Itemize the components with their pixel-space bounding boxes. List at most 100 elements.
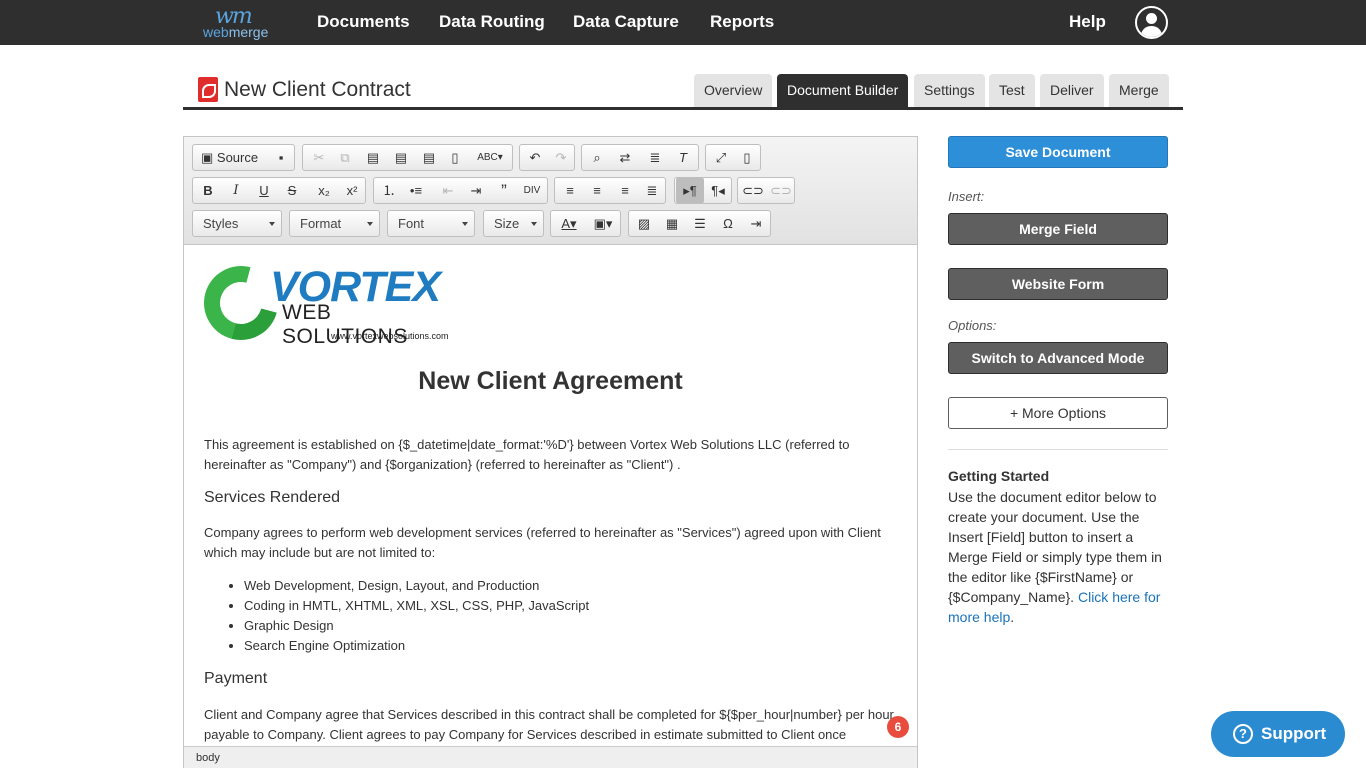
special-char-icon[interactable]: Ω — [714, 211, 742, 236]
size-dropdown[interactable]: Size — [483, 210, 544, 237]
bold-icon[interactable]: B — [194, 178, 222, 203]
nav-reports[interactable]: Reports — [710, 12, 774, 32]
justify-icon[interactable]: ≣ — [638, 178, 666, 203]
strike-icon[interactable]: S — [278, 178, 306, 203]
toolbar-group-document: ▣ Source ▪ — [192, 144, 295, 171]
services-paragraph: Company agrees to perform web developmen… — [204, 525, 881, 560]
font-combo-label[interactable]: Font — [388, 211, 474, 236]
redo-icon[interactable]: ↷ — [547, 145, 575, 170]
toolbar-group-basic-styles: B I U S x₂ x² — [192, 177, 366, 204]
subscript-icon[interactable]: x₂ — [310, 178, 338, 203]
image-icon[interactable]: ▨ — [630, 211, 658, 236]
blockquote-icon[interactable]: ” — [490, 178, 518, 203]
services-heading: Services Rendered — [204, 489, 341, 506]
italic-icon[interactable]: I — [222, 178, 250, 203]
editor-content-area[interactable]: VORTEX WEB SOLUTIONS www.vortexwebsoluti… — [184, 246, 917, 746]
background-color-icon[interactable]: ▣▾ — [587, 211, 619, 236]
indent-icon[interactable]: ⇥ — [462, 178, 490, 203]
text-direction-ltr-icon[interactable]: ▸¶ — [676, 178, 704, 203]
text-direction-rtl-icon[interactable]: ¶◂ — [704, 178, 732, 203]
intro-paragraph: This agreement is established on {$_date… — [204, 437, 850, 472]
notification-badge[interactable]: 6 — [887, 716, 909, 738]
tab-settings[interactable]: Settings — [914, 74, 985, 107]
find-icon[interactable]: ⌕ — [583, 145, 611, 170]
table-icon[interactable]: ▦ — [658, 211, 686, 236]
link-icon[interactable]: ⊂⊃ — [739, 178, 767, 203]
templates-icon[interactable]: ▯ — [441, 145, 469, 170]
paste-text-icon[interactable]: ▤ — [387, 145, 415, 170]
toolbar-group-view: ⤢ ▯ — [705, 144, 761, 171]
align-left-icon[interactable]: ≡ — [556, 178, 584, 203]
font-dropdown[interactable]: Font — [387, 210, 475, 237]
options-label: Options: — [948, 318, 997, 333]
nav-documents[interactable]: Documents — [317, 12, 410, 32]
nav-data-capture[interactable]: Data Capture — [573, 12, 679, 32]
vortex-logo-subtitle: WEB SOLUTIONS — [282, 301, 408, 348]
insert-label: Insert: — [948, 189, 985, 204]
text-color-icon[interactable]: A▾ — [553, 211, 585, 236]
merge-field-button[interactable]: Merge Field — [948, 213, 1168, 245]
bullet-list-icon[interactable]: •≡ — [402, 178, 430, 203]
support-button[interactable]: ? Support — [1211, 711, 1345, 757]
superscript-icon[interactable]: x² — [338, 178, 366, 203]
numbered-list-icon[interactable]: ⒈ — [375, 178, 403, 203]
underline-icon[interactable]: U — [250, 178, 278, 203]
nav-help[interactable]: Help — [1069, 12, 1106, 32]
size-combo-label[interactable]: Size — [484, 211, 543, 236]
save-document-button[interactable]: Save Document — [948, 136, 1168, 168]
editor-toolbar: ▣ Source ▪ ✂ ⧉ ▤ ▤ ▤ ▯ ABC▾ ↶ ↷ ⌕ ⇄ ≣ T … — [184, 137, 917, 245]
document-editor: ▣ Source ▪ ✂ ⧉ ▤ ▤ ▤ ▯ ABC▾ ↶ ↷ ⌕ ⇄ ≣ T … — [183, 136, 918, 768]
toolbar-group-insert: ▨ ▦ ☰ Ω ⇥ — [628, 210, 771, 237]
remove-format-icon[interactable]: T — [669, 145, 697, 170]
tab-document-builder[interactable]: Document Builder — [777, 74, 909, 107]
cut-icon[interactable]: ✂ — [305, 145, 333, 170]
tab-merge[interactable]: Merge — [1109, 74, 1169, 107]
tab-deliver[interactable]: Deliver — [1040, 74, 1104, 107]
nav-data-routing[interactable]: Data Routing — [439, 12, 545, 32]
more-options-button[interactable]: + More Options — [948, 397, 1168, 429]
undo-icon[interactable]: ↶ — [521, 145, 549, 170]
webmerge-logo[interactable]: wm webmerge — [203, 4, 285, 40]
document-title: New Client Agreement — [418, 367, 683, 395]
outdent-icon[interactable]: ⇤ — [434, 178, 462, 203]
list-item: Web Development, Design, Layout, and Pro… — [244, 576, 589, 596]
user-account-icon[interactable] — [1135, 6, 1168, 39]
div-container-icon[interactable]: DIV — [518, 178, 546, 203]
paste-icon[interactable]: ▤ — [359, 145, 387, 170]
switch-advanced-mode-button[interactable]: Switch to Advanced Mode — [948, 342, 1168, 374]
top-nav-bar: wm webmerge Documents Data Routing Data … — [0, 0, 1366, 45]
horizontal-line-icon[interactable]: ☰ — [686, 211, 714, 236]
element-path-body[interactable]: body — [196, 752, 220, 764]
replace-icon[interactable]: ⇄ — [611, 145, 639, 170]
align-center-icon[interactable]: ≡ — [583, 178, 611, 203]
sidebar-divider — [948, 449, 1168, 450]
copy-icon[interactable]: ⧉ — [331, 145, 359, 170]
element-path-bar: body — [184, 746, 917, 768]
logo-wordmark: webmerge — [203, 24, 269, 40]
toolbar-group-find: ⌕ ⇄ ≣ T — [581, 144, 699, 171]
toolbar-group-paragraph: ⒈ •≡ ⇤ ⇥ ” DIV — [373, 177, 548, 204]
format-dropdown[interactable]: Format — [289, 210, 380, 237]
spellcheck-icon[interactable]: ABC▾ — [471, 145, 509, 170]
maximize-icon[interactable]: ⤢ — [707, 145, 735, 170]
tab-test[interactable]: Test — [989, 74, 1035, 107]
toolbar-group-links: ⊂⊃ ⊂⊃ — [737, 177, 795, 204]
tab-overview[interactable]: Overview — [694, 74, 773, 107]
source-button[interactable]: ▣ Source — [195, 145, 263, 170]
paste-word-icon[interactable]: ▤ — [415, 145, 443, 170]
getting-started-text: Use the document editor below to create … — [948, 489, 1162, 625]
support-label: Support — [1261, 724, 1327, 743]
toolbar-group-undo: ↶ ↷ — [519, 144, 575, 171]
page-break-icon[interactable]: ⇥ — [742, 211, 770, 236]
styles-combo-label[interactable]: Styles — [193, 211, 281, 236]
show-blocks-icon[interactable]: ▯ — [733, 145, 761, 170]
align-right-icon[interactable]: ≡ — [611, 178, 639, 203]
services-list: Web Development, Design, Layout, and Pro… — [244, 576, 589, 656]
unlink-icon[interactable]: ⊂⊃ — [767, 178, 795, 203]
select-all-icon[interactable]: ≣ — [641, 145, 669, 170]
styles-dropdown[interactable]: Styles — [192, 210, 282, 237]
website-form-button[interactable]: Website Form — [948, 268, 1168, 300]
format-combo-label[interactable]: Format — [290, 211, 379, 236]
help-circle-icon: ? — [1233, 724, 1253, 744]
save-icon[interactable]: ▪ — [267, 145, 295, 170]
